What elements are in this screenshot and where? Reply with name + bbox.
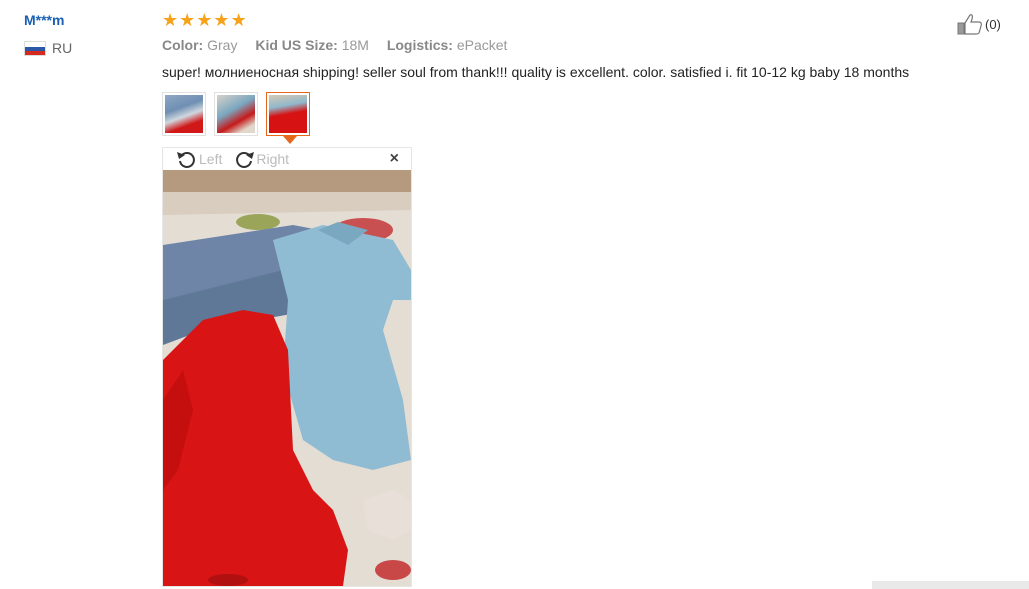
feedback-text: super! молниеносная shipping! seller sou…	[162, 64, 910, 80]
star-rating: ★ ★ ★ ★ ★	[162, 10, 247, 30]
thumbnail-strip	[162, 92, 310, 144]
rotate-right-button[interactable]: Right	[232, 149, 289, 169]
size-value: 18M	[341, 37, 369, 53]
order-attributes: Color: Gray Kid US Size: 18M Logistics: …	[162, 37, 521, 53]
logistics-label: Logistics:	[386, 37, 453, 53]
thumbs-up-icon	[957, 14, 982, 35]
rotate-right-label: Right	[256, 151, 290, 167]
color-value: Gray	[207, 37, 238, 53]
helpful-count: (0)	[985, 16, 1001, 32]
rotate-left-button[interactable]: Left	[175, 149, 222, 169]
horizontal-scrollbar[interactable]	[872, 581, 1029, 589]
review-photo	[163, 170, 411, 586]
baby-bodysuits-photo	[163, 170, 411, 586]
helpful-button[interactable]: (0)	[957, 13, 1001, 35]
viewer-toolbar: Left Right ×	[163, 148, 411, 170]
image-viewer: Left Right ×	[162, 147, 412, 587]
reviewer-country: RU	[24, 40, 72, 56]
rotate-left-icon	[177, 152, 195, 168]
reviewer-name[interactable]: M***m	[24, 12, 64, 28]
star-icon: ★	[162, 10, 179, 30]
star-icon: ★	[213, 10, 230, 30]
logistics-value: ePacket	[456, 37, 508, 53]
star-icon: ★	[196, 10, 213, 30]
star-icon: ★	[179, 10, 196, 30]
close-viewer-button[interactable]: ×	[390, 150, 399, 168]
rotate-right-icon	[236, 152, 255, 168]
russia-flag-icon	[24, 40, 46, 56]
review-thumbnail-3[interactable]	[266, 92, 310, 144]
country-code: RU	[52, 40, 73, 56]
size-label: Kid US Size:	[255, 37, 338, 53]
review-thumbnail-2[interactable]	[214, 92, 258, 136]
color-label: Color:	[162, 37, 204, 53]
rotate-left-label: Left	[199, 151, 223, 167]
star-icon: ★	[230, 10, 247, 30]
selected-arrow-icon	[283, 136, 297, 144]
review-thumbnail-1[interactable]	[162, 92, 206, 136]
